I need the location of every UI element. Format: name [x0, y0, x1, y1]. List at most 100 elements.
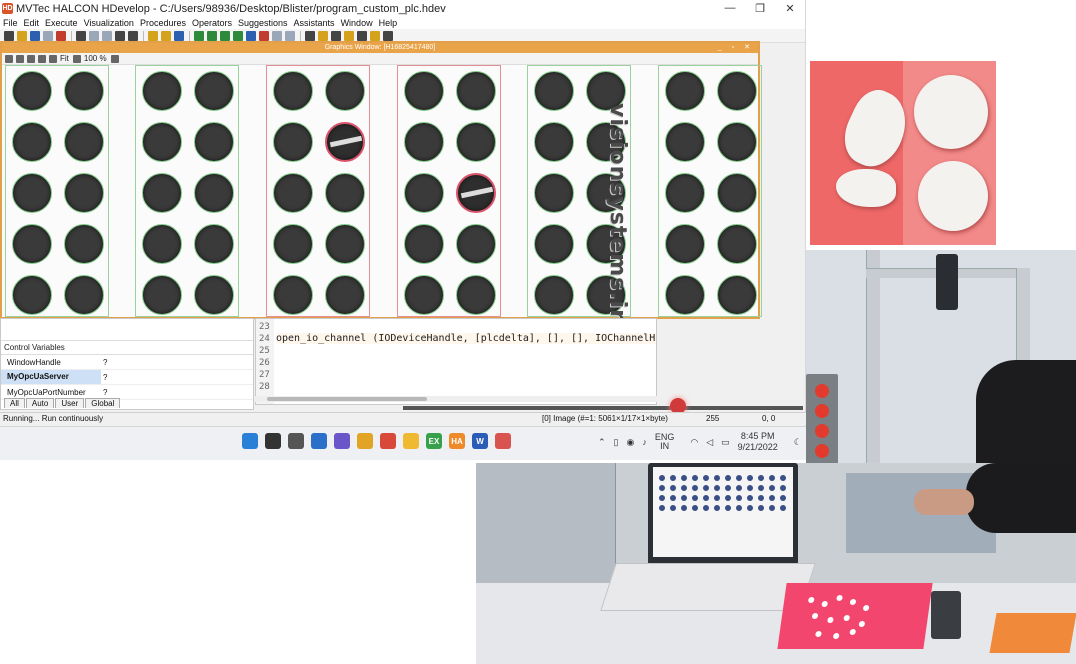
step-over-icon[interactable]: [207, 30, 217, 41]
clear-window-icon[interactable]: [5, 54, 13, 63]
menu-visualization[interactable]: Visualization: [84, 18, 134, 28]
file-explorer-icon[interactable]: [403, 433, 419, 449]
editor-horizontal-scrollbar[interactable]: [255, 396, 657, 402]
menu-execute[interactable]: Execute: [45, 18, 78, 28]
wifi-icon[interactable]: ◠: [690, 437, 698, 448]
battery-icon[interactable]: ▭: [721, 437, 730, 448]
tab-user[interactable]: User: [55, 398, 85, 408]
chrome-icon[interactable]: [357, 433, 373, 449]
search-icon[interactable]: [265, 433, 281, 449]
blister-image[interactable]: [2, 65, 762, 317]
fit-dropdown[interactable]: Fit: [60, 54, 69, 63]
zoom-dropdown[interactable]: 100 %: [84, 54, 107, 63]
menu-edit[interactable]: Edit: [24, 18, 40, 28]
timer-icon[interactable]: [285, 30, 295, 41]
halcon-taskbar-icon[interactable]: HA: [449, 433, 465, 449]
paste-icon[interactable]: [102, 30, 112, 41]
program-editor[interactable]: 23 24 25 26 27 28 open_io_channel (IODev…: [255, 318, 657, 405]
microphone-icon[interactable]: ♪: [642, 437, 647, 447]
variable-tabs: All Auto User Global: [4, 398, 121, 408]
color-settings-icon[interactable]: [110, 54, 119, 63]
menu-operators[interactable]: Operators: [192, 18, 232, 28]
pill-cavity: [273, 173, 313, 213]
menu-file[interactable]: File: [3, 18, 18, 28]
fit-icon[interactable]: [49, 54, 57, 63]
export-icon[interactable]: [56, 30, 66, 41]
feature-inspection-icon[interactable]: [383, 30, 393, 41]
line-profile-icon[interactable]: [344, 30, 354, 41]
network-app-icon[interactable]: ◉: [627, 437, 635, 448]
line-number: 23: [259, 322, 270, 332]
measure-icon[interactable]: [357, 30, 367, 41]
find-icon[interactable]: [148, 30, 158, 41]
usb-icon[interactable]: ▯: [614, 437, 619, 448]
gray-histogram-icon[interactable]: [370, 30, 380, 41]
stop-icon[interactable]: [246, 30, 256, 41]
replace-icon[interactable]: [161, 30, 171, 41]
start-icon[interactable]: [242, 433, 258, 449]
variable-row-selected[interactable]: MyOpcUaServer ?: [1, 370, 253, 385]
pill-cavity: [273, 71, 313, 111]
maximize-button[interactable]: ❐: [745, 2, 775, 15]
redo-icon[interactable]: [128, 30, 138, 41]
pill-cavity: [194, 173, 234, 213]
chrome-profile-icon[interactable]: [380, 433, 396, 449]
clock[interactable]: 8:45 PM 9/21/2022: [738, 431, 786, 453]
pill-cavity: [325, 275, 365, 315]
undo-icon[interactable]: [115, 30, 125, 41]
pan-icon[interactable]: [16, 54, 24, 63]
menu-suggestions[interactable]: Suggestions: [238, 18, 288, 28]
pointer-icon[interactable]: [27, 54, 35, 63]
step-into-icon[interactable]: [220, 30, 230, 41]
open-graphics-window-icon[interactable]: [305, 30, 315, 41]
chevron-up-icon[interactable]: ⌃: [598, 437, 606, 448]
zoom-icon[interactable]: [38, 54, 46, 63]
language-indicator[interactable]: ENG IN: [655, 433, 683, 451]
pill-cavity: [534, 71, 574, 111]
minimize-button[interactable]: —: [715, 2, 745, 15]
tab-auto[interactable]: Auto: [25, 398, 55, 408]
zoom-window-icon[interactable]: [331, 30, 341, 41]
car-icon[interactable]: [174, 30, 184, 41]
media-icon[interactable]: [495, 433, 511, 449]
volume-icon[interactable]: ◁: [706, 437, 713, 448]
menu-assistants[interactable]: Assistants: [294, 18, 335, 28]
widgets-icon[interactable]: [311, 433, 327, 449]
menu-window[interactable]: Window: [341, 18, 373, 28]
pill-cavity: [273, 122, 313, 162]
open-folder-icon[interactable]: [17, 30, 27, 41]
tab-global[interactable]: Global: [85, 398, 121, 408]
graphics-window-controls[interactable]: _ ▫ ✕: [718, 43, 754, 53]
print-icon[interactable]: [43, 30, 53, 41]
tab-all[interactable]: All: [4, 398, 25, 408]
cut-icon[interactable]: [76, 30, 86, 41]
word-icon[interactable]: W: [472, 433, 488, 449]
pill-cavity: [456, 122, 496, 162]
step-out-icon[interactable]: [233, 30, 243, 41]
excel-like-icon[interactable]: EX: [426, 433, 442, 449]
reset-icon[interactable]: [259, 30, 269, 41]
save-icon[interactable]: [30, 30, 40, 41]
new-file-icon[interactable]: [4, 30, 14, 41]
iconic-variables-area[interactable]: [1, 319, 253, 341]
graphics-window[interactable]: Graphics Window: [H16825417480] _ ▫ ✕ Fi…: [0, 41, 762, 321]
copy-icon[interactable]: [89, 30, 99, 41]
task-view-icon[interactable]: [288, 433, 304, 449]
current-code-line[interactable]: open_io_channel (IODeviceHandle, [plcdel…: [276, 333, 656, 344]
histogram-icon[interactable]: [318, 30, 328, 41]
run-icon[interactable]: [194, 30, 204, 41]
notifications-icon[interactable]: ☾: [794, 437, 802, 448]
blister-strip: [135, 65, 239, 317]
operator-arm: [966, 463, 1076, 533]
screen-pill-dot: [692, 485, 698, 491]
menu-help[interactable]: Help: [379, 18, 398, 28]
splitter-bar[interactable]: [403, 406, 803, 410]
breakpoint-icon[interactable]: [272, 30, 282, 41]
chat-icon[interactable]: [334, 433, 350, 449]
scrollbar-thumb[interactable]: [267, 397, 427, 401]
variable-row[interactable]: WindowHandle ?: [1, 355, 253, 370]
menu-procedures[interactable]: Procedures: [140, 18, 186, 28]
close-button[interactable]: ✕: [775, 2, 805, 15]
loose-tablet: [836, 595, 843, 601]
screen-pill-dot: [670, 485, 676, 491]
